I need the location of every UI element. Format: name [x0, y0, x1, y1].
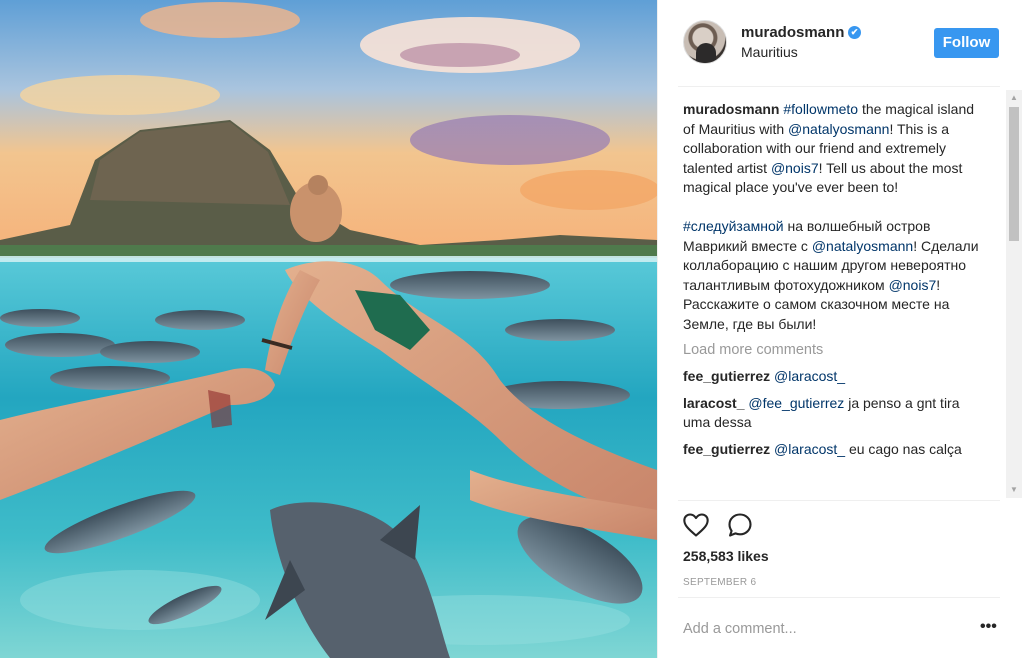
header-username[interactable]: muradosmann — [741, 24, 844, 41]
actions-divider — [678, 500, 1000, 501]
post-photo[interactable] — [0, 0, 657, 658]
mention-link[interactable]: @nois7 — [889, 277, 937, 293]
post-header: muradosmann ✔ Mauritius Follow — [658, 0, 1023, 86]
mention-link[interactable]: @laracost_ — [774, 441, 845, 457]
mention-link[interactable]: @laracost_ — [774, 368, 845, 384]
caption-ru: #следуйзамной на волшебный остров Маврик… — [683, 217, 983, 335]
mention-link[interactable]: @fee_gutierrez — [748, 395, 844, 411]
comment-box-divider — [678, 597, 1000, 598]
post-date: SEPTEMBER 6 — [683, 577, 757, 588]
load-more-comments-link[interactable]: Load more comments — [683, 341, 983, 361]
mention-link[interactable]: @natalyosmann — [788, 121, 889, 137]
comment-item: fee_gutierrez @laracost_ — [683, 367, 983, 387]
hashtag-link[interactable]: #следуйзамной — [683, 218, 784, 234]
comment-username[interactable]: fee_gutierrez — [683, 368, 770, 384]
comment-item: fee_gutierrez @laracost_ eu cago nas cal… — [683, 440, 983, 460]
location-link[interactable]: Mauritius — [741, 44, 798, 60]
verified-badge-icon: ✔ — [848, 26, 861, 39]
avatar[interactable] — [683, 20, 727, 64]
comment-text: eu cago nas calça — [845, 440, 962, 457]
add-comment-input[interactable] — [683, 619, 973, 639]
follow-button[interactable]: Follow — [934, 28, 999, 58]
caption-username[interactable]: muradosmann — [683, 101, 779, 117]
scroll-down-arrow-icon[interactable]: ▼ — [1006, 482, 1022, 498]
comment-username[interactable]: laracost_ — [683, 395, 744, 411]
comments-scrollbar[interactable]: ▲ ▼ — [1006, 90, 1022, 498]
likes-count[interactable]: 258,583 likes — [683, 548, 769, 564]
scroll-up-arrow-icon[interactable]: ▲ — [1006, 90, 1022, 106]
mention-link[interactable]: @nois7 — [771, 160, 819, 176]
comment-item: laracost_ @fee_gutierrez ja penso a gnt … — [683, 394, 983, 433]
header-divider — [678, 86, 1000, 87]
comment-icon[interactable] — [726, 511, 754, 539]
comments-section[interactable]: muradosmann #followmeto the magical isla… — [658, 88, 1023, 500]
heart-icon[interactable] — [682, 511, 710, 539]
scrollbar-thumb[interactable] — [1009, 107, 1019, 241]
post-image — [0, 0, 657, 658]
comment-username[interactable]: fee_gutierrez — [683, 441, 770, 457]
mention-link[interactable]: @natalyosmann — [812, 238, 913, 254]
more-options-icon[interactable]: ••• — [980, 618, 997, 636]
comments-list: muradosmann #followmeto the magical isla… — [683, 100, 983, 460]
caption-en: muradosmann #followmeto the magical isla… — [683, 100, 983, 198]
hashtag-link[interactable]: #followmeto — [783, 101, 858, 117]
post-sidebar: muradosmann ✔ Mauritius Follow muradosma… — [657, 0, 1023, 658]
